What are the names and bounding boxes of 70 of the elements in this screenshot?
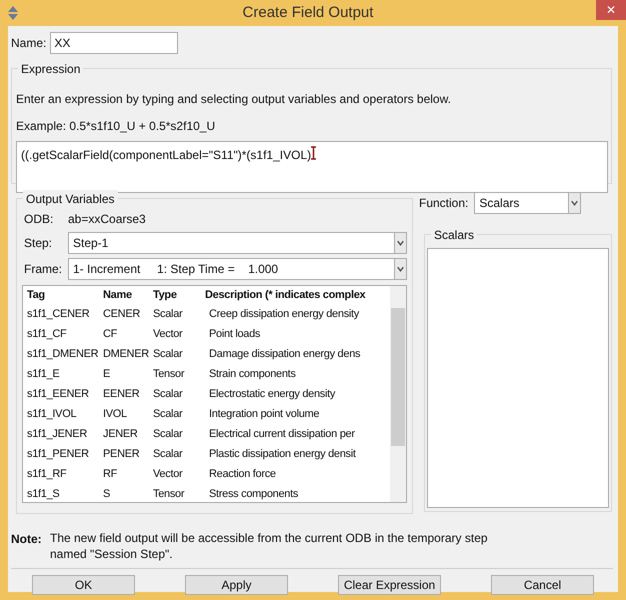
table-cell: Vector [153, 468, 182, 480]
field-label: Name: [11, 35, 46, 52]
table-cell: Vector [153, 328, 182, 340]
dialog-button[interactable]: Cancel [491, 575, 594, 595]
field-label: Frame: [23, 261, 64, 278]
table-cell: s1f1_EENER [27, 388, 89, 400]
table-cell: EENER [103, 388, 140, 400]
frame-dropdown[interactable]: 1- Increment 1: Step Time = 1.000 [68, 258, 407, 280]
table-cell: Tensor [153, 488, 184, 500]
table-cell: Scalar [153, 448, 182, 460]
table-cell: s1f1_DMENER [27, 348, 98, 360]
table-cell-text: Electrostatic energy density [209, 386, 336, 402]
table-cell-text: Point loads [209, 326, 260, 342]
field-label: ODB: [23, 211, 54, 228]
table-cell: s1f1_CF [27, 328, 66, 340]
column-header[interactable]: Description (* indicates complex [205, 286, 366, 304]
scrollbar[interactable] [390, 286, 406, 502]
table-cell: Scalar [153, 408, 182, 420]
dialog-button[interactable]: Apply [185, 575, 288, 595]
instruction-text: Enter an expression by typing and selecting output variables and operators below. [16, 91, 452, 108]
table-cell: s1f1_E [27, 368, 60, 380]
table-cell-text: Damage dissipation energy dens [209, 346, 360, 362]
table-cell-text: Integration point volume [209, 406, 320, 422]
column-header[interactable]: Type [153, 286, 205, 304]
table-cell: Scalar [153, 428, 182, 440]
table-cell: DMENER [103, 348, 149, 360]
field-label: Step: [23, 235, 54, 252]
table-cell: s1f1_PENER [27, 448, 89, 460]
table-cell: s1f1_RF [27, 468, 66, 480]
close-button[interactable]: ✕ [596, 0, 626, 20]
window-title: Create Field Output [242, 2, 374, 23]
expression-field[interactable]: ((.getScalarField(componentLabel="S11")*(s1f1_IVOL) [16, 141, 608, 193]
table-cell: JENER [103, 428, 138, 440]
app-icon [6, 6, 20, 20]
dialog-button[interactable]: OK [32, 575, 135, 595]
table-cell: CENER [103, 308, 140, 320]
table-cell: Scalar [153, 348, 182, 360]
field-label: Function: [419, 195, 468, 212]
table-cell-text: Reaction force [209, 466, 276, 482]
dialog-button[interactable]: Clear Expression [338, 575, 441, 595]
text-cursor-icon [311, 146, 316, 160]
table-cell: s1f1_S [27, 488, 60, 500]
table-cell: PENER [103, 448, 140, 460]
table-cell-text: Plastic dissipation energy densit [209, 446, 356, 462]
table-cell-text: Strain components [209, 366, 296, 382]
table-cell: s1f1_IVOL [27, 408, 76, 420]
table-cell: E [103, 368, 110, 380]
column-header[interactable]: Name [103, 286, 153, 304]
table-cell: s1f1_JENER [27, 428, 87, 440]
group-title: Output Variables [23, 190, 118, 208]
table-cell: S [103, 488, 110, 500]
table-cell-text: Stress components [209, 486, 298, 502]
table-cell-text: Creep dissipation energy density [209, 306, 359, 322]
note-text: The new field output will be accessible from the current ODB in the temporary step named "Session Step". [50, 530, 489, 562]
expression-text: ((.getScalarField(componentLabel="S11")*(s1f1_IVOL) [21, 147, 312, 164]
table-cell: RF [103, 468, 118, 480]
odb-name: ab=xxCoarse3 [68, 211, 146, 228]
function-dropdown[interactable]: Scalars [474, 192, 582, 214]
table-cell-text: Electrical current dissipation per [209, 426, 355, 442]
note-label: Note: [11, 531, 43, 548]
example-text: Example: 0.5*s1f10_U + 0.5*s2f10_U [16, 118, 216, 135]
step-dropdown[interactable]: Step-1 [68, 232, 407, 254]
table-cell: Tensor [153, 368, 184, 380]
table-cell: Scalar [153, 388, 182, 400]
table-cell: s1f1_CENER [27, 308, 90, 320]
name-field[interactable]: XX [50, 32, 178, 54]
column-header[interactable]: Tag [23, 286, 103, 304]
table-cell: CF [103, 328, 118, 340]
table-cell: Scalar [153, 308, 182, 320]
table-cell: IVOL [103, 408, 127, 420]
